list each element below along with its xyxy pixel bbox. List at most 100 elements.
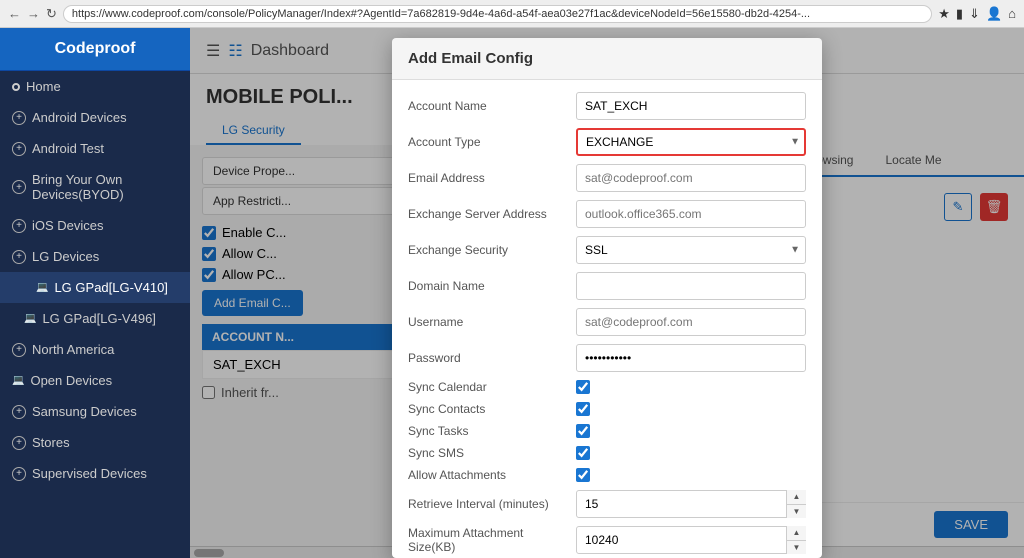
sidebar-item-label: Bring Your Own Devices(BYOD)	[32, 172, 178, 202]
back-icon[interactable]: ←	[8, 6, 21, 21]
sidebar-item-open-devices[interactable]: 💻 Open Devices	[0, 365, 190, 396]
field-email-address: Email Address	[408, 164, 806, 192]
sidebar-brand: Codeproof	[0, 28, 190, 71]
field-account-type: Account Type EXCHANGE ▼	[408, 128, 806, 156]
sidebar-item-label: Home	[26, 79, 61, 94]
label-allow-attachments: Allow Attachments	[408, 468, 568, 482]
content-area: ☰ ☷ Dashboard MOBILE POLI... LG Security…	[190, 28, 1024, 558]
input-username[interactable]	[576, 308, 806, 336]
sidebar-item-label: Android Test	[32, 141, 104, 156]
sidebar-item-label: LG GPad[LG-V496]	[42, 311, 155, 326]
sidebar-item-android-test[interactable]: + Android Test	[0, 133, 190, 164]
add-email-config-modal: Add Email Config Account Name Account Ty…	[392, 38, 822, 558]
label-domain-name: Domain Name	[408, 279, 568, 293]
checkbox-sync-contacts[interactable]	[576, 402, 590, 416]
sidebar-item-samsung[interactable]: + Samsung Devices	[0, 396, 190, 427]
label-password: Password	[408, 351, 568, 365]
star-icon[interactable]: ★	[938, 6, 950, 22]
reload-icon[interactable]: ↻	[46, 6, 57, 22]
spinner-down-button[interactable]: ▼	[787, 505, 806, 519]
plus-icon: +	[12, 111, 26, 125]
input-domain-name[interactable]	[576, 272, 806, 300]
sidebar-item-label: iOS Devices	[32, 218, 104, 233]
spinner-up-button-2[interactable]: ▲	[787, 526, 806, 541]
home-dot-icon	[12, 83, 20, 91]
sidebar-item-label: North America	[32, 342, 114, 357]
sidebar: Codeproof Home + Android Devices + Andro…	[0, 28, 190, 558]
label-sync-calendar: Sync Calendar	[408, 380, 568, 394]
plus-icon: +	[12, 343, 26, 357]
sidebar-item-label: Open Devices	[30, 373, 112, 388]
spinner-down-button-2[interactable]: ▼	[787, 541, 806, 555]
input-max-attachment-size[interactable]	[576, 526, 806, 554]
plus-icon: +	[12, 405, 26, 419]
field-max-attachment-size: Maximum Attachment Size(KB) ▲ ▼	[408, 526, 806, 554]
sidebar-item-label: Android Devices	[32, 110, 127, 125]
field-sync-calendar: Sync Calendar	[408, 380, 806, 394]
field-password: Password	[408, 344, 806, 372]
select-account-type-wrap: EXCHANGE ▼	[576, 128, 806, 156]
input-exchange-server[interactable]	[576, 200, 806, 228]
plus-icon: +	[12, 180, 26, 194]
url-bar[interactable]: https://www.codeproof.com/console/Policy…	[63, 5, 932, 23]
label-sync-tasks: Sync Tasks	[408, 424, 568, 438]
download-icon[interactable]: ⇓	[969, 6, 980, 22]
input-email-address[interactable]	[576, 164, 806, 192]
spinner-retrieve-interval-wrap: ▲ ▼	[576, 490, 806, 518]
field-exchange-server: Exchange Server Address	[408, 200, 806, 228]
device-icon: 💻	[24, 313, 36, 324]
field-sync-sms: Sync SMS	[408, 446, 806, 460]
label-email-address: Email Address	[408, 171, 568, 185]
modal-title: Add Email Config	[392, 38, 822, 80]
field-account-name: Account Name	[408, 92, 806, 120]
spinner-up-button[interactable]: ▲	[787, 490, 806, 505]
sidebar-item-label: Samsung Devices	[32, 404, 137, 419]
spinner-max-attachment-wrap: ▲ ▼	[576, 526, 806, 554]
checkbox-sync-calendar[interactable]	[576, 380, 590, 394]
sidebar-item-label: Stores	[32, 435, 70, 450]
checkbox-allow-attachments[interactable]	[576, 468, 590, 482]
modal-body: Account Name Account Type EXCHANGE ▼	[392, 80, 822, 558]
bookmark-icon[interactable]: ▮	[956, 6, 963, 22]
sidebar-item-android[interactable]: + Android Devices	[0, 102, 190, 133]
modal-overlay: Add Email Config Account Name Account Ty…	[190, 28, 1024, 558]
sidebar-item-stores[interactable]: + Stores	[0, 427, 190, 458]
sidebar-item-home[interactable]: Home	[0, 71, 190, 102]
forward-icon[interactable]: →	[27, 6, 40, 21]
checkbox-sync-sms[interactable]	[576, 446, 590, 460]
plus-icon: +	[12, 142, 26, 156]
input-retrieve-interval[interactable]	[576, 490, 806, 518]
sidebar-item-lg-v496[interactable]: 💻 LG GPad[LG-V496]	[0, 303, 190, 334]
device-icon: 💻	[12, 375, 24, 386]
sidebar-item-label: LG GPad[LG-V410]	[54, 280, 167, 295]
select-exchange-security[interactable]: SSL TLS None	[576, 236, 806, 264]
sidebar-item-byod[interactable]: + Bring Your Own Devices(BYOD)	[0, 164, 190, 210]
field-retrieve-interval: Retrieve Interval (minutes) ▲ ▼	[408, 490, 806, 518]
sidebar-item-north-america[interactable]: + North America	[0, 334, 190, 365]
label-account-type: Account Type	[408, 135, 568, 149]
sidebar-item-lg-v410[interactable]: 💻 LG GPad[LG-V410]	[0, 272, 190, 303]
label-max-attachment-size: Maximum Attachment Size(KB)	[408, 526, 568, 554]
sidebar-item-supervised[interactable]: + Supervised Devices	[0, 458, 190, 489]
field-sync-contacts: Sync Contacts	[408, 402, 806, 416]
plus-icon: +	[12, 467, 26, 481]
checkbox-sync-tasks[interactable]	[576, 424, 590, 438]
label-exchange-server: Exchange Server Address	[408, 207, 568, 221]
label-sync-sms: Sync SMS	[408, 446, 568, 460]
spinner-buttons: ▲ ▼	[786, 490, 806, 518]
browser-bar: ← → ↻ https://www.codeproof.com/console/…	[0, 0, 1024, 28]
plus-icon: +	[12, 219, 26, 233]
plus-icon: +	[12, 436, 26, 450]
sidebar-item-ios[interactable]: + iOS Devices	[0, 210, 190, 241]
person-icon[interactable]: 👤	[986, 6, 1002, 22]
home-nav-icon[interactable]: ⌂	[1008, 6, 1016, 21]
sidebar-item-label: LG Devices	[32, 249, 99, 264]
sidebar-item-lg-devices[interactable]: + LG Devices	[0, 241, 190, 272]
field-username: Username	[408, 308, 806, 336]
input-password[interactable]	[576, 344, 806, 372]
select-account-type[interactable]: EXCHANGE	[576, 128, 806, 156]
select-exchange-security-wrap: SSL TLS None ▼	[576, 236, 806, 264]
input-account-name[interactable]	[576, 92, 806, 120]
label-username: Username	[408, 315, 568, 329]
label-exchange-security: Exchange Security	[408, 243, 568, 257]
